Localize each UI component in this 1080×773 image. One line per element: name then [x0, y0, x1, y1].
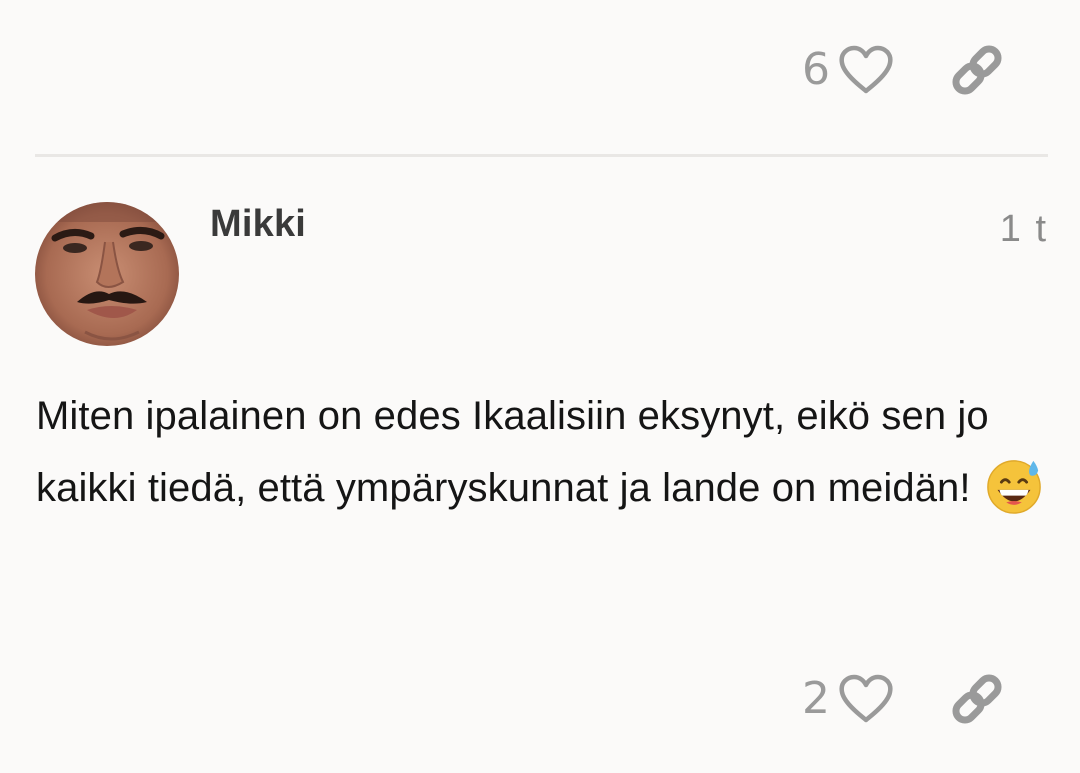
link-icon	[952, 674, 1002, 724]
user-photo	[35, 202, 179, 346]
like-count: 6	[802, 44, 830, 95]
copy-link-button[interactable]	[946, 668, 1008, 730]
grinning-face-with-sweat-emoji	[986, 460, 1041, 514]
previous-comment-actions: 6	[802, 40, 1008, 100]
divider	[35, 154, 1048, 157]
heart-outline-icon	[839, 45, 893, 94]
copy-link-button[interactable]	[946, 39, 1008, 101]
avatar[interactable]	[35, 202, 179, 346]
like-button[interactable]	[836, 669, 896, 729]
comment-actions: 2	[802, 669, 1008, 729]
heart-outline-icon	[839, 674, 893, 723]
comment-body: Miten ipalainen on edes Ikaalisiin eksyn…	[36, 380, 1046, 524]
like-count: 2	[802, 673, 830, 724]
comment-timestamp: 1 t	[999, 208, 1048, 250]
link-icon	[952, 45, 1002, 95]
like-button[interactable]	[836, 40, 896, 100]
comment-author[interactable]: Mikki	[210, 203, 306, 246]
comment-text: Miten ipalainen on edes Ikaalisiin eksyn…	[36, 394, 989, 510]
comment-thread: 6 Mikki 1 t Miten ipalainen on edes Ikaa…	[0, 0, 1080, 773]
